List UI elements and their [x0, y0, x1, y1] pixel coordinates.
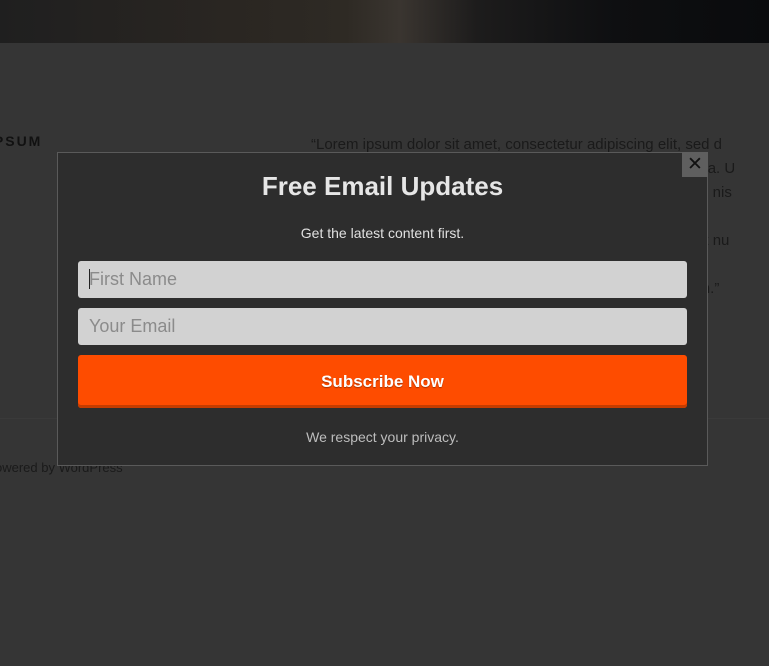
modal-subtitle: Get the latest content first. [300, 225, 465, 241]
first-name-input[interactable] [78, 261, 687, 298]
background-heading: IPSUM [0, 133, 43, 149]
email-input[interactable] [78, 308, 687, 345]
modal-title: Free Email Updates [261, 171, 504, 201]
text-caret [89, 269, 90, 289]
subscribe-button[interactable]: Subscribe Now [78, 355, 687, 408]
hero-banner [0, 0, 769, 43]
privacy-note: We respect your privacy. [306, 429, 459, 445]
